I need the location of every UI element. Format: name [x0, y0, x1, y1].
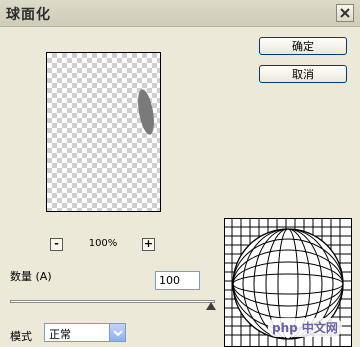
amount-slider-track[interactable] — [10, 300, 215, 303]
chevron-down-icon — [112, 329, 123, 336]
amount-slider-thumb[interactable] — [206, 302, 216, 310]
dialog-title: 球面化 — [6, 7, 51, 23]
cancel-button[interactable]: 取消 — [259, 65, 347, 83]
filter-preview-area[interactable] — [46, 52, 161, 212]
mode-label: 模式 — [10, 330, 32, 343]
zoom-in-button[interactable]: + — [142, 238, 155, 251]
ok-button[interactable]: 确定 — [259, 37, 347, 55]
amount-input[interactable] — [155, 271, 200, 290]
close-icon — [340, 8, 350, 18]
mode-dropdown-button[interactable] — [109, 324, 125, 341]
preview-shape — [135, 88, 157, 136]
spherize-dialog: 球面化 确定 取消 - 100% + 数量 (A) % 模式 正常 — [0, 0, 360, 347]
zoom-level: 100% — [88, 238, 118, 249]
zoom-out-button[interactable]: - — [50, 238, 63, 251]
mode-selected-value: 正常 — [49, 328, 71, 341]
site-watermark: php 中文网 — [268, 318, 342, 337]
close-button[interactable] — [336, 4, 354, 22]
mode-select[interactable]: 正常 — [44, 323, 126, 342]
amount-label: 数量 (A) — [10, 270, 52, 283]
title-bar[interactable]: 球面化 — [0, 0, 360, 27]
